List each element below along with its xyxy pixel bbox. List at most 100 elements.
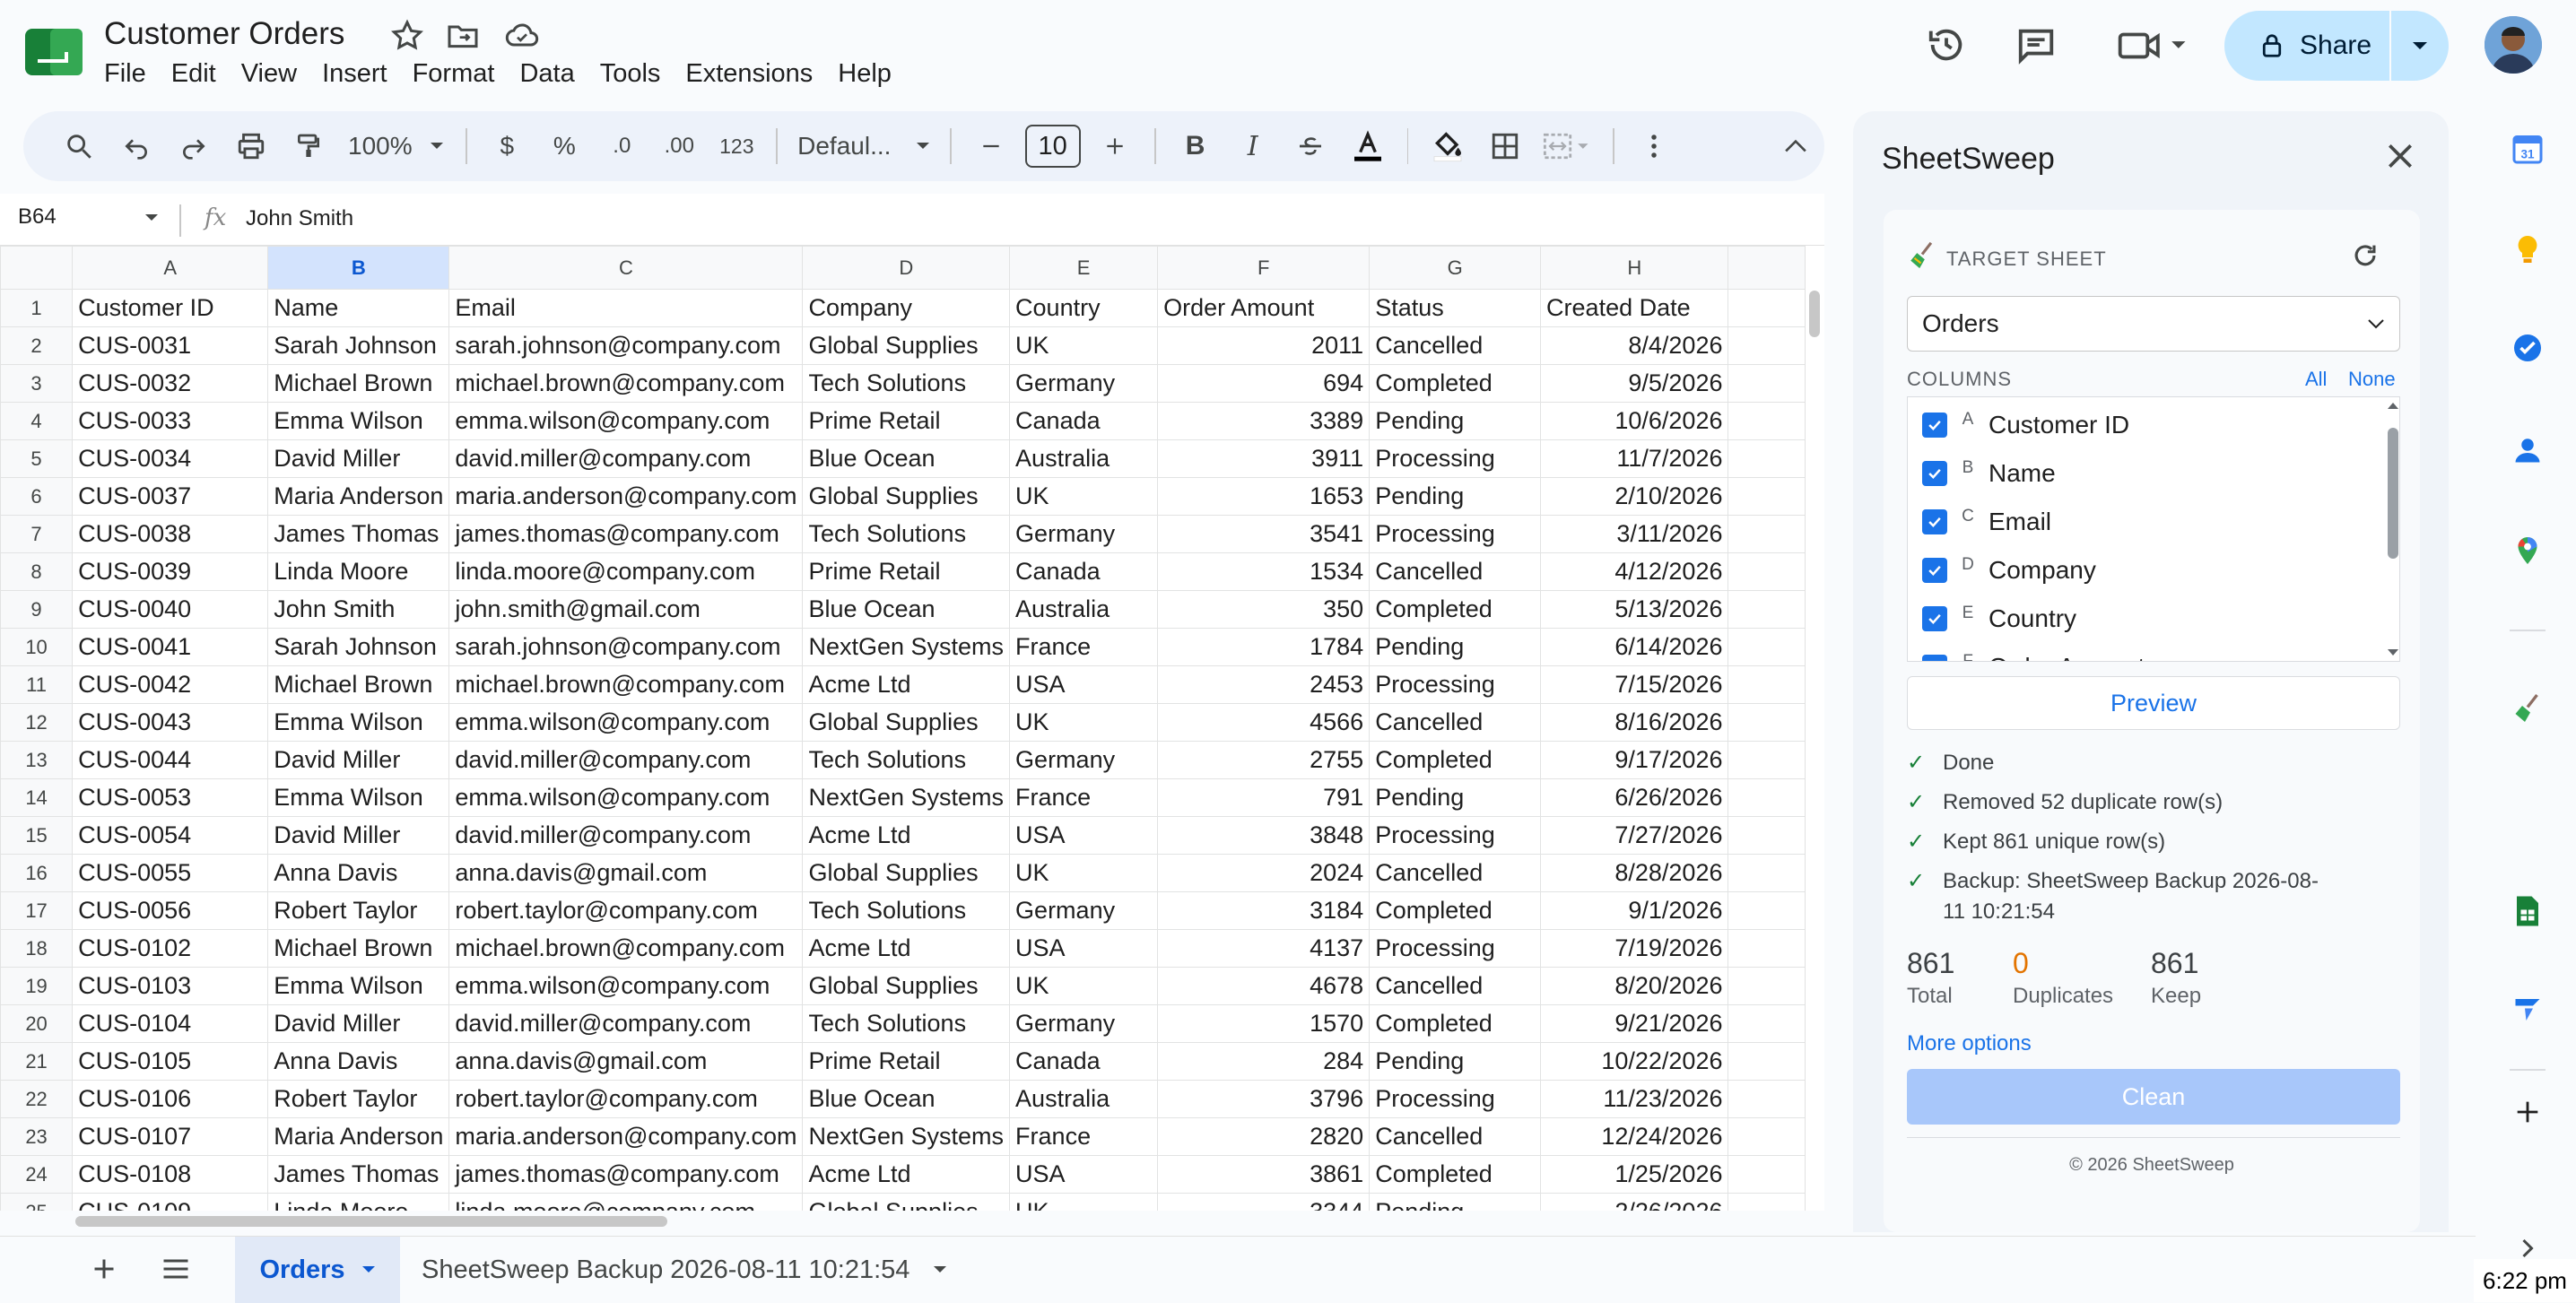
cell[interactable]: 3/11/2026	[1540, 515, 1729, 553]
cell[interactable]: Status	[1369, 289, 1542, 327]
cell[interactable]: Emma Wilson	[267, 703, 450, 742]
cell[interactable]: Linda Moore	[267, 552, 450, 591]
cell[interactable]: Cancelled	[1369, 552, 1542, 591]
cell[interactable]: 791	[1157, 778, 1371, 817]
chevron-down-icon[interactable]	[144, 213, 160, 222]
sheets-icon[interactable]	[2502, 886, 2553, 936]
cell[interactable]: 3861	[1157, 1155, 1371, 1194]
checkbox-checked-icon[interactable]	[1922, 413, 1947, 438]
cell[interactable]: 1570	[1157, 1004, 1371, 1043]
cell[interactable]: 2453	[1157, 665, 1371, 704]
cell[interactable]: Emma Wilson	[267, 778, 450, 817]
cell[interactable]	[1727, 1193, 1810, 1211]
cell[interactable]: UK	[1009, 326, 1159, 365]
keep-icon[interactable]	[2502, 224, 2553, 274]
more-options-link[interactable]: More options	[1907, 1031, 2032, 1056]
more-formats-button[interactable]: 123	[713, 121, 760, 171]
menu-data[interactable]: Data	[519, 59, 590, 89]
cell[interactable]: CUS-0032	[72, 364, 269, 403]
select-all-link[interactable]: All	[2305, 368, 2327, 391]
cell[interactable]: 4566	[1157, 703, 1371, 742]
cell[interactable]: CUS-0053	[72, 778, 269, 817]
cell[interactable]: Cancelled	[1369, 326, 1542, 365]
cell[interactable]: 9/5/2026	[1540, 364, 1729, 403]
cell[interactable]: Pending	[1369, 778, 1542, 817]
cell[interactable]	[1727, 816, 1810, 855]
cell[interactable]: France	[1009, 778, 1159, 817]
share-main[interactable]: Share	[2224, 11, 2389, 81]
cell[interactable]	[1727, 891, 1810, 930]
all-sheets-icon[interactable]	[160, 1255, 192, 1283]
percent-format-button[interactable]: %	[541, 121, 587, 171]
cell[interactable]: maria.anderson@company.com	[448, 477, 804, 516]
cell[interactable]: CUS-0107	[72, 1117, 269, 1156]
cell[interactable]: CUS-0040	[72, 590, 269, 629]
contacts-icon[interactable]	[2502, 425, 2553, 475]
cell[interactable]: 3344	[1157, 1193, 1371, 1211]
cell[interactable]	[1727, 1155, 1810, 1194]
cell[interactable]	[1727, 439, 1810, 478]
cell[interactable]: 284	[1157, 1042, 1371, 1081]
cell[interactable]: Cancelled	[1369, 1117, 1542, 1156]
cell[interactable]: Emma Wilson	[267, 967, 450, 1005]
cell[interactable]: Blue Ocean	[802, 439, 1011, 478]
font-size-input[interactable]: 10	[1024, 125, 1081, 168]
zoom-select[interactable]: 100%	[343, 121, 449, 171]
cell[interactable]: Germany	[1009, 515, 1159, 553]
row-header[interactable]: 25	[0, 1193, 74, 1211]
cell[interactable]: CUS-0106	[72, 1080, 269, 1118]
chevron-down-icon[interactable]	[933, 1265, 947, 1274]
row-header[interactable]: 1	[0, 289, 74, 327]
cell[interactable]: Blue Ocean	[802, 590, 1011, 629]
cell[interactable]: CUS-0031	[72, 326, 269, 365]
cell[interactable]: 3389	[1157, 402, 1371, 440]
cell[interactable]: CUS-0044	[72, 741, 269, 779]
font-family-select[interactable]: Defaul...	[794, 121, 934, 171]
cell[interactable]: Germany	[1009, 364, 1159, 403]
cell[interactable]: sarah.johnson@company.com	[448, 326, 804, 365]
cell[interactable]: 8/20/2026	[1540, 967, 1729, 1005]
cell[interactable]: NextGen Systems	[802, 1117, 1011, 1156]
cell[interactable]: USA	[1009, 929, 1159, 968]
cell[interactable]: CUS-0042	[72, 665, 269, 704]
cell[interactable]: michael.brown@company.com	[448, 364, 804, 403]
cell[interactable]: Tech Solutions	[802, 515, 1011, 553]
cell[interactable]: anna.davis@gmail.com	[448, 1042, 804, 1081]
cell[interactable]: CUS-0043	[72, 703, 269, 742]
checkbox-checked-icon[interactable]	[1922, 461, 1947, 486]
cell[interactable]: 2/26/2026	[1540, 1193, 1729, 1211]
scroll-down-icon[interactable]	[2387, 648, 2399, 657]
cell[interactable]: james.thomas@company.com	[448, 1155, 804, 1194]
cell[interactable]	[1727, 967, 1810, 1005]
cell[interactable]: James Thomas	[267, 1155, 450, 1194]
cell[interactable]: 3541	[1157, 515, 1371, 553]
cell[interactable]: UK	[1009, 1193, 1159, 1211]
cell[interactable]: 11/23/2026	[1540, 1080, 1729, 1118]
cell[interactable]: 2820	[1157, 1117, 1371, 1156]
sheets-logo-icon[interactable]	[23, 27, 84, 77]
cell[interactable]: Michael Brown	[267, 929, 450, 968]
column-header[interactable]: D	[802, 246, 1011, 290]
cell[interactable]: Cancelled	[1369, 854, 1542, 892]
column-header[interactable]: G	[1369, 246, 1542, 290]
row-header[interactable]: 14	[0, 778, 74, 817]
cell[interactable]: France	[1009, 628, 1159, 666]
cell[interactable]: France	[1009, 1117, 1159, 1156]
checkbox-checked-icon[interactable]	[1922, 509, 1947, 534]
cell[interactable]: Completed	[1369, 891, 1542, 930]
cell[interactable]: Germany	[1009, 891, 1159, 930]
cell[interactable]: 3911	[1157, 439, 1371, 478]
cell[interactable]	[1727, 402, 1810, 440]
cell[interactable]: 6/26/2026	[1540, 778, 1729, 817]
cell[interactable]: Pending	[1369, 1042, 1542, 1081]
cell[interactable]: Global Supplies	[802, 1193, 1011, 1211]
columns-scroll-thumb[interactable]	[2388, 428, 2398, 559]
cell[interactable]	[1727, 854, 1810, 892]
cell[interactable]: Germany	[1009, 1004, 1159, 1043]
cell[interactable]: emma.wilson@company.com	[448, 778, 804, 817]
column-header[interactable]: C	[448, 246, 804, 290]
column-header[interactable]: B	[267, 246, 450, 290]
cell[interactable]: Prime Retail	[802, 402, 1011, 440]
cell[interactable]: Canada	[1009, 1042, 1159, 1081]
cell[interactable]: 1784	[1157, 628, 1371, 666]
